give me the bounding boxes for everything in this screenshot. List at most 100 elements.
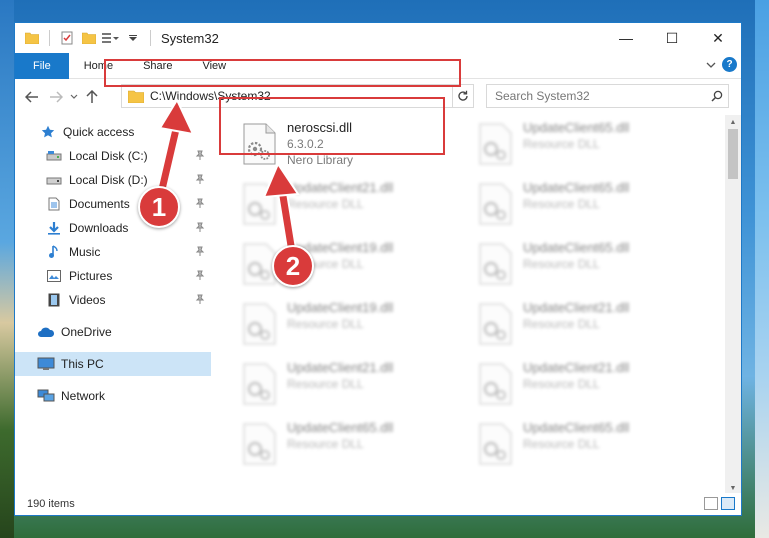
file-type: Resource DLL [287, 317, 364, 331]
sidebar-item-music[interactable]: Music [15, 240, 211, 264]
dll-file-icon [243, 303, 276, 345]
help-icon[interactable]: ? [722, 57, 737, 72]
details-view-button[interactable] [704, 497, 718, 510]
sidebar-item-documents[interactable]: Documents [15, 192, 211, 216]
minimize-button[interactable]: — [603, 23, 649, 53]
pin-icon [195, 222, 205, 232]
pin-icon [195, 246, 205, 256]
sidebar-item-label: Local Disk (D:) [69, 173, 148, 187]
sidebar-item-this-pc[interactable]: This PC [15, 352, 211, 376]
dll-file-icon [479, 123, 512, 165]
file-item[interactable]: UpdateClient21.dll Resource DLL [473, 359, 699, 419]
maximize-button[interactable]: ☐ [649, 23, 695, 53]
file-type: Resource DLL [523, 137, 600, 151]
step-badge-1: 1 [138, 186, 180, 228]
tab-file[interactable]: File [15, 52, 69, 79]
sidebar-item-quick-access[interactable]: Quick access [15, 120, 211, 144]
dll-file-icon [243, 363, 276, 405]
dll-file-icon [243, 423, 276, 465]
drive-icon [45, 171, 63, 189]
vertical-scrollbar[interactable]: ▲ ▼ [725, 115, 741, 495]
sidebar-item-label: Pictures [69, 269, 113, 283]
drive-icon [45, 147, 63, 165]
search-icon[interactable] [706, 90, 728, 102]
status-bar: 190 items [15, 493, 741, 515]
sidebar-item-local-disk-d[interactable]: Local Disk (D:) [15, 168, 211, 192]
sidebar-item-pictures[interactable]: Pictures [15, 264, 211, 288]
sidebar-item-local-disk-c[interactable]: Local Disk (C:) [15, 144, 211, 168]
file-name: UpdateClient21.dll [287, 360, 394, 375]
forward-button[interactable] [45, 86, 67, 108]
search-input[interactable]: Search System32 [486, 84, 729, 108]
file-item[interactable]: UpdateClient65.dll Resource DLL [237, 419, 463, 479]
back-button[interactable] [21, 86, 43, 108]
network-icon [37, 387, 55, 405]
pin-icon [195, 294, 205, 304]
chevron-down-icon[interactable] [124, 29, 142, 47]
sidebar-item-downloads[interactable]: Downloads [15, 216, 211, 240]
file-meta: UpdateClient21.dll Resource DLL [287, 359, 393, 392]
file-name: UpdateClient65.dll [523, 420, 630, 435]
file-item[interactable]: UpdateClient65.dll Resource DLL [473, 179, 699, 239]
large-icons-view-button[interactable] [721, 497, 735, 510]
file-meta: UpdateClient65.dll Resource DLL [523, 119, 629, 152]
folder-icon [128, 90, 144, 103]
pin-icon [195, 198, 205, 208]
music-icon [45, 243, 63, 261]
file-name: UpdateClient65.dll [523, 120, 630, 135]
file-explorer-window: System32 — ☐ ✕ File Home Share View ? C:… [14, 22, 742, 516]
file-item[interactable]: UpdateClient21.dll Resource DLL [237, 359, 463, 419]
file-item[interactable]: UpdateClient65.dll Resource DLL [473, 419, 699, 479]
up-button[interactable] [81, 86, 103, 108]
sidebar-item-label: Quick access [63, 125, 135, 139]
file-item[interactable]: UpdateClient19.dll Resource DLL [237, 299, 463, 359]
file-meta: neroscsi.dll 6.3.0.2 Nero Library [287, 119, 353, 168]
file-name: UpdateClient65.dll [287, 420, 394, 435]
desktop-wallpaper-left [0, 0, 14, 538]
sidebar-item-onedrive[interactable]: OneDrive [15, 320, 211, 344]
file-item[interactable]: UpdateClient65.dll Resource DLL [473, 239, 699, 299]
file-version: 6.3.0.2 [287, 137, 324, 151]
refresh-icon [458, 90, 468, 101]
file-name: UpdateClient19.dll [287, 300, 394, 315]
dll-file-icon [479, 243, 512, 285]
scrollbar-thumb[interactable] [728, 129, 738, 179]
file-name: UpdateClient21.dll [287, 180, 394, 195]
new-folder-icon[interactable] [80, 29, 98, 47]
pin-icon [195, 150, 205, 160]
file-type: Resource DLL [287, 437, 364, 451]
tab-view[interactable]: View [187, 53, 241, 79]
file-meta: UpdateClient21.dll Resource DLL [523, 359, 629, 392]
sidebar-item-network[interactable]: Network [15, 384, 211, 408]
customize-toolbar-icon[interactable] [102, 29, 120, 47]
properties-icon[interactable] [58, 29, 76, 47]
file-type: Resource DLL [287, 377, 364, 391]
address-bar[interactable]: C:\Windows\System32 [121, 84, 474, 108]
close-button[interactable]: ✕ [695, 23, 741, 53]
file-item[interactable]: UpdateClient19.dll Resource DLL [237, 239, 463, 299]
sidebar-item-label: Local Disk (C:) [69, 149, 148, 163]
search-placeholder: Search System32 [495, 89, 590, 103]
file-item[interactable]: UpdateClient21.dll Resource DLL [473, 299, 699, 359]
file-name: UpdateClient65.dll [523, 240, 630, 255]
expand-ribbon-icon[interactable] [706, 58, 716, 72]
scroll-up-icon[interactable]: ▲ [725, 116, 741, 128]
recent-locations-button[interactable] [67, 86, 81, 108]
file-item[interactable]: UpdateClient65.dll Resource DLL [473, 119, 699, 179]
toolbar-divider [150, 30, 151, 46]
sidebar-item-label: Network [61, 389, 106, 403]
folder-icon[interactable] [23, 29, 41, 47]
file-type: Resource DLL [523, 197, 600, 211]
toolbar-divider [49, 30, 50, 46]
refresh-button[interactable] [452, 84, 474, 108]
star-icon [39, 123, 57, 141]
tab-share[interactable]: Share [128, 53, 187, 79]
file-name: UpdateClient21.dll [523, 300, 630, 315]
quick-access-toolbar [15, 23, 155, 53]
file-list: neroscsi.dll 6.3.0.2 Nero Library Update… [211, 115, 727, 495]
tab-home[interactable]: Home [69, 53, 128, 79]
sidebar-item-videos[interactable]: Videos [15, 288, 211, 312]
file-item-neroscsi[interactable]: neroscsi.dll 6.3.0.2 Nero Library [237, 119, 463, 179]
file-item[interactable]: UpdateClient21.dll Resource DLL [237, 179, 463, 239]
videos-icon [45, 291, 63, 309]
